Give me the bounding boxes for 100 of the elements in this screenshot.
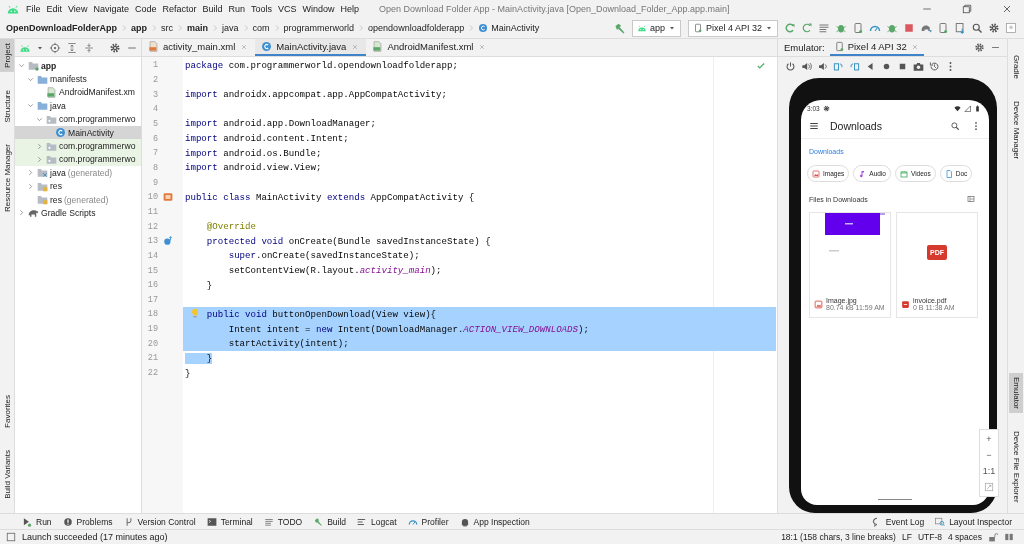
menu-item[interactable]: Build bbox=[202, 4, 223, 14]
chevron-right-icon[interactable] bbox=[35, 141, 44, 151]
tool-window-button[interactable]: Logcat bbox=[357, 516, 397, 527]
phone-icon[interactable] bbox=[937, 22, 949, 34]
breadcrumb[interactable]: opendownloadfolderapp bbox=[368, 23, 465, 33]
menu-item[interactable]: Code bbox=[134, 4, 157, 14]
list-icon[interactable] bbox=[818, 22, 830, 34]
tree-item[interactable]: res bbox=[15, 179, 141, 193]
tool-window-button[interactable]: Version Control bbox=[123, 516, 196, 527]
rotate-left-icon[interactable] bbox=[833, 61, 844, 72]
tool-window-button[interactable]: Event Log bbox=[871, 516, 925, 527]
breadcrumb[interactable]: java bbox=[222, 23, 239, 33]
menu-item[interactable]: Run bbox=[228, 4, 245, 14]
volume-down-icon[interactable] bbox=[817, 61, 828, 72]
camera-icon[interactable] bbox=[913, 61, 924, 72]
status-item[interactable]: UTF-8 bbox=[917, 532, 942, 542]
breadcrumb[interactable]: com bbox=[252, 23, 270, 33]
menu-item[interactable]: Help bbox=[340, 4, 360, 14]
panel-toggle-icon[interactable] bbox=[6, 532, 16, 542]
menu-item[interactable]: Refactor bbox=[162, 4, 197, 14]
breadcrumb[interactable]: programmerworld bbox=[283, 23, 355, 33]
breadcrumb[interactable]: src bbox=[161, 23, 173, 33]
download-icon[interactable] bbox=[954, 22, 966, 34]
bug-icon[interactable] bbox=[886, 22, 898, 34]
menu-item[interactable]: Tools bbox=[251, 4, 272, 14]
tool-window-tab[interactable]: Device File Explorer bbox=[1011, 427, 1021, 507]
editor-tab[interactable]: AndroidManifest.xml bbox=[366, 39, 494, 56]
tree-item[interactable]: AndroidManifest.xm bbox=[15, 85, 141, 100]
chevron-right-icon[interactable] bbox=[35, 154, 44, 164]
view-toggle-icon[interactable] bbox=[967, 195, 975, 203]
menu-item[interactable]: Window bbox=[302, 4, 335, 14]
class-marker-icon[interactable] bbox=[163, 192, 173, 203]
home-indicator[interactable] bbox=[878, 498, 912, 500]
tool-window-tab[interactable]: Structure bbox=[2, 85, 12, 127]
tool-window-tab[interactable]: Resource Manager bbox=[2, 140, 12, 217]
tree-item[interactable]: res (generated) bbox=[15, 192, 141, 207]
tool-window-button[interactable]: Build bbox=[313, 516, 347, 527]
tool-window-tab[interactable]: Favorites bbox=[2, 391, 12, 433]
tool-window-button[interactable]: Problems bbox=[62, 516, 113, 527]
tree-item[interactable]: java bbox=[15, 99, 141, 113]
settings-icon[interactable] bbox=[988, 22, 1000, 34]
stop-icon[interactable] bbox=[903, 22, 915, 34]
lock-icon[interactable] bbox=[988, 532, 998, 542]
editor-tab[interactable]: MainActivity.java bbox=[255, 39, 367, 56]
menu-item[interactable]: Navigate bbox=[93, 4, 129, 14]
tree-item[interactable]: app bbox=[15, 59, 141, 73]
volume-up-icon[interactable] bbox=[801, 61, 812, 72]
tool-window-tab[interactable]: Emulator bbox=[1009, 373, 1023, 414]
menu-icon[interactable] bbox=[809, 121, 819, 131]
tool-window-button[interactable]: Run bbox=[22, 516, 52, 527]
expand-all-icon[interactable] bbox=[66, 41, 78, 54]
restart-icon[interactable] bbox=[801, 22, 813, 34]
account-icon[interactable] bbox=[1005, 22, 1017, 34]
zoom-button[interactable]: 1:1 bbox=[982, 466, 996, 476]
module-dropdown[interactable]: app bbox=[631, 19, 681, 37]
tool-window-button[interactable]: Terminal bbox=[206, 516, 253, 527]
status-item[interactable]: LF bbox=[901, 532, 912, 542]
breadcrumb[interactable]: main bbox=[187, 23, 209, 33]
search-icon[interactable] bbox=[950, 121, 960, 131]
restart-icon[interactable] bbox=[784, 22, 796, 34]
device-dropdown[interactable]: Pixel 4 API 32 bbox=[687, 19, 778, 37]
zoom-button[interactable]: + bbox=[986, 434, 992, 444]
tool-window-button[interactable]: Layout Inspector bbox=[935, 516, 1012, 527]
menu-item[interactable]: Edit bbox=[46, 4, 63, 14]
tool-window-button[interactable]: Profiler bbox=[407, 516, 449, 527]
bug-icon[interactable] bbox=[835, 22, 847, 34]
status-item[interactable]: 4 spaces bbox=[947, 532, 982, 542]
breadcrumb[interactable]: app bbox=[131, 23, 147, 33]
menu-item[interactable]: File bbox=[26, 4, 41, 14]
breadcrumb[interactable]: MainActivity bbox=[478, 23, 540, 33]
home-icon[interactable] bbox=[881, 61, 892, 72]
tool-window-button[interactable]: App Inspection bbox=[459, 516, 530, 527]
tool-window-tab[interactable]: Build Variants bbox=[2, 446, 12, 503]
tool-window-tab[interactable]: Project bbox=[0, 39, 14, 72]
tool-window-tab[interactable]: Device Manager bbox=[1011, 97, 1021, 164]
device-icon[interactable] bbox=[852, 22, 864, 34]
fit-screen-icon[interactable] bbox=[984, 482, 994, 492]
breadcrumb[interactable]: OpenDownloadFolderApp bbox=[6, 23, 117, 33]
menu-item[interactable]: VCS bbox=[278, 4, 297, 14]
settings-icon[interactable] bbox=[974, 42, 985, 53]
tree-item[interactable]: com.programmerwo bbox=[15, 112, 141, 126]
overview-icon[interactable] bbox=[897, 61, 908, 72]
tree-item[interactable]: manifests bbox=[15, 72, 141, 86]
menu-item[interactable]: View bbox=[68, 4, 88, 14]
settings-icon[interactable] bbox=[109, 41, 121, 54]
status-item[interactable]: 18:1 (158 chars, 3 line breaks) bbox=[781, 532, 896, 542]
snapshot-icon[interactable] bbox=[929, 61, 940, 72]
back-icon[interactable] bbox=[865, 61, 876, 72]
collapse-all-icon[interactable] bbox=[83, 41, 95, 54]
chevron-right-icon[interactable] bbox=[17, 208, 26, 218]
tree-item[interactable]: MainActivity bbox=[15, 125, 141, 140]
override-marker-icon[interactable] bbox=[163, 236, 173, 247]
tree-item[interactable]: com.programmerwo bbox=[15, 139, 141, 153]
chevron-right-icon[interactable] bbox=[26, 168, 35, 178]
power-icon[interactable] bbox=[785, 61, 796, 72]
tool-window-button[interactable]: TODO bbox=[263, 516, 303, 527]
zoom-button[interactable]: − bbox=[986, 450, 992, 460]
tree-item[interactable]: java (generated) bbox=[15, 166, 141, 180]
editor-tab[interactable]: activity_main.xml bbox=[142, 39, 256, 56]
chevron-right-icon[interactable] bbox=[26, 181, 35, 191]
